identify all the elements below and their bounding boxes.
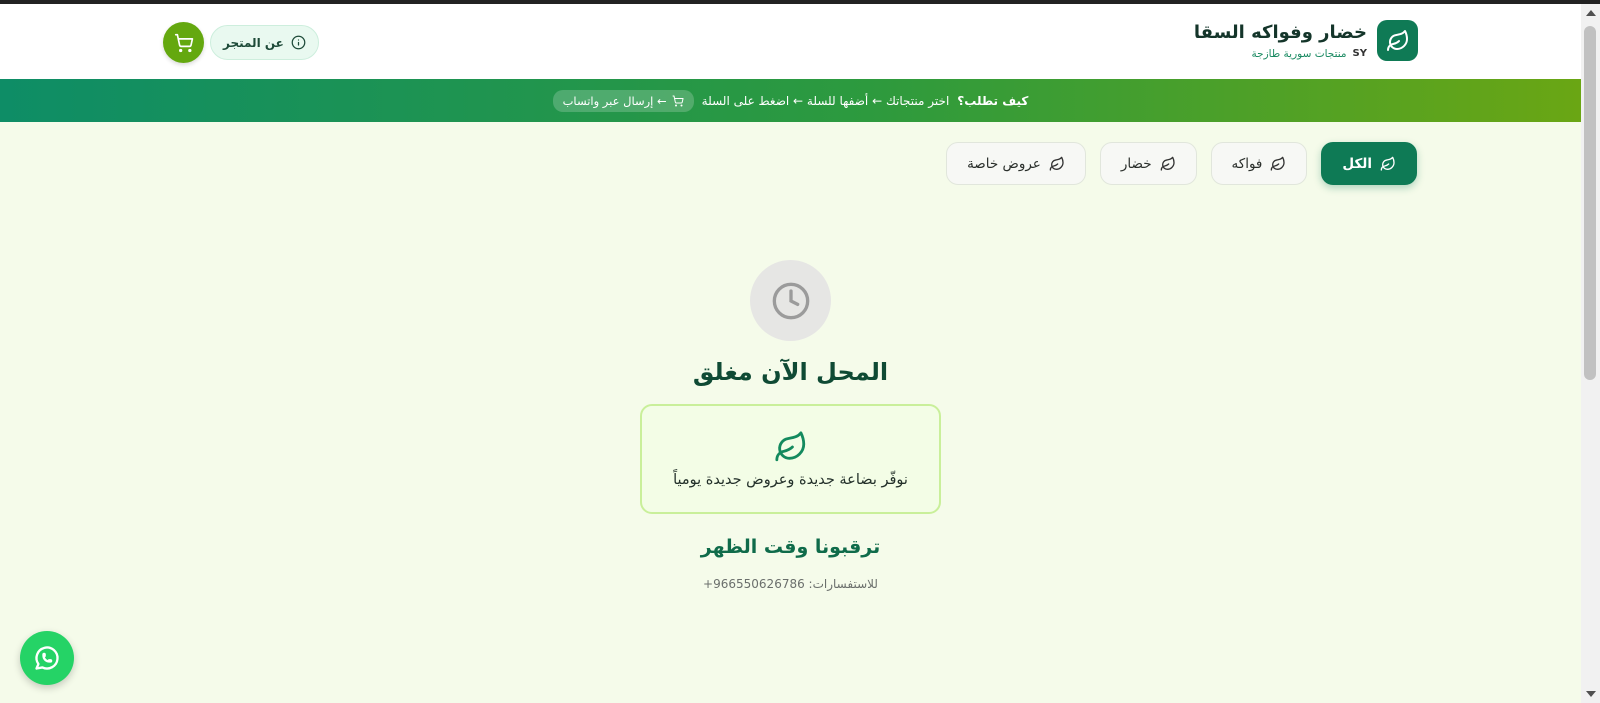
contact-phone: للاستفسارات: 966550626786+ (703, 577, 878, 591)
tab-label: خضار (1120, 155, 1152, 172)
scroll-down-arrow[interactable] (1586, 691, 1596, 697)
header-actions: عن المتجر (163, 22, 319, 63)
daily-offers-box: نوفّر بضاعة جديدة وعروض جديدة يومياً (640, 404, 941, 514)
info-icon (291, 35, 306, 50)
leaf-icon (1377, 20, 1418, 61)
tab-all[interactable]: الكل (1321, 142, 1417, 185)
tab-fruits[interactable]: فواكه (1210, 142, 1308, 185)
brand-text: خضار وفواكه السقا SY منتجات سورية طازجة (1194, 22, 1367, 60)
reopen-notice: ترقبونا وقت الظهر (700, 536, 881, 558)
whatsapp-chat-button[interactable] (20, 631, 74, 685)
store-subtitle-row: SY منتجات سورية طازجة (1194, 48, 1367, 60)
leaf-icon (1049, 156, 1064, 171)
store-closed-title: المحل الآن مغلق (692, 358, 889, 386)
clock-icon (750, 260, 831, 341)
leaf-icon (1380, 156, 1395, 171)
tab-special-offers[interactable]: عروض خاصة (946, 142, 1086, 185)
about-store-button[interactable]: عن المتجر (210, 25, 319, 60)
daily-offers-text: نوفّر بضاعة جديدة وعروض جديدة يومياً (673, 472, 908, 488)
tab-vegetables[interactable]: خضار (1099, 142, 1197, 185)
leaf-icon (1271, 156, 1286, 171)
scroll-thumb[interactable] (1584, 26, 1596, 380)
how-to-order-banner: كيف تطلب؟ اختر منتجاتك ← أضفها للسلة ← ا… (0, 79, 1581, 122)
leaf-icon (1160, 156, 1175, 171)
site-header: خضار وفواكه السقا SY منتجات سورية طازجة … (0, 4, 1581, 79)
tab-label: عروض خاصة (967, 155, 1041, 172)
tab-label: الكل (1342, 155, 1372, 172)
store-subtitle: منتجات سورية طازجة (1251, 47, 1347, 60)
country-code: SY (1352, 47, 1367, 59)
tab-label: فواكه (1231, 155, 1263, 172)
cart-icon (672, 95, 684, 106)
about-store-label: عن المتجر (223, 35, 284, 50)
whatsapp-send-label: ← إرسال عبر واتساب (562, 93, 667, 108)
banner-content: كيف تطلب؟ اختر منتجاتك ← أضفها للسلة ← ا… (552, 89, 1029, 112)
banner-lead: كيف تطلب؟ (957, 93, 1029, 108)
whatsapp-send-pill: ← إرسال عبر واتساب (552, 89, 694, 112)
leaf-icon (774, 431, 805, 462)
brand[interactable]: خضار وفواكه السقا SY منتجات سورية طازجة (1194, 20, 1418, 61)
whatsapp-icon (35, 646, 59, 670)
cart-button[interactable] (163, 22, 204, 63)
banner-steps: اختر منتجاتك ← أضفها للسلة ← اضغط على ال… (701, 93, 950, 108)
cart-icon (174, 33, 193, 52)
page-scrollbar[interactable] (1581, 4, 1600, 703)
category-tabs: الكل فواكه خضار عروض خاصة (946, 142, 1417, 185)
store-title: خضار وفواكه السقا (1193, 21, 1367, 43)
scroll-up-arrow[interactable] (1586, 10, 1596, 16)
